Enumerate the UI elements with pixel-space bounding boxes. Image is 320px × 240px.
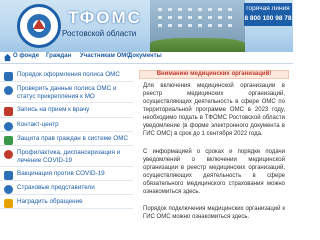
sidebar-item-label: Проверить данные полиса ОМС и статус при… <box>17 85 117 100</box>
paragraph-deadlines: С информацией о сроках и порядке подачи … <box>143 149 285 195</box>
hotline-box[interactable]: горячая линия 8 800 100 98 78 <box>244 3 292 26</box>
sidebar-item-label: Страховые представители <box>17 184 95 191</box>
phone-icon <box>4 122 13 131</box>
document-icon <box>4 72 13 81</box>
site-header: ТФОМС Ростовской области горячая линия 8… <box>0 0 293 52</box>
sidebar-item-policy-order[interactable]: Порядок оформления полиса ОМС <box>0 69 133 82</box>
header-trees <box>150 38 245 52</box>
sidebar-item-covid-prevention[interactable]: Профилактика, диспансеризация и лечение … <box>0 147 133 167</box>
nav-item-participants[interactable]: Участникам ОМС <box>80 53 131 59</box>
syringe-icon <box>4 171 13 180</box>
heart-icon <box>4 150 13 159</box>
top-nav: О фонде Граждан Участникам ОМС Документы <box>0 52 293 64</box>
sidebar-item-insurance-reps[interactable]: Страховые представители <box>0 182 133 195</box>
sidebar-item-label: Запись на прием к врачу <box>17 106 90 113</box>
sidebar-item-doctor-appointment[interactable]: Запись на прием к врачу <box>0 104 133 118</box>
sidebar-item-label: Наградить обращение <box>17 198 83 205</box>
nav-item-citizens[interactable]: Граждан <box>46 53 71 59</box>
sidebar-item-contact-center[interactable]: Контакт-центр <box>0 119 133 132</box>
shield-icon <box>4 136 13 145</box>
hotline-phone[interactable]: 8 800 100 98 78 <box>244 14 292 24</box>
site-title[interactable]: ТФОМС <box>68 8 142 28</box>
sidebar-item-label: Порядок оформления полиса ОМС <box>17 71 120 78</box>
sidebar-item-appeal[interactable]: Наградить обращение <box>0 196 133 209</box>
tfoms-logo[interactable] <box>17 4 61 48</box>
sidebar-item-label: Защита прав граждан в системе ОМС <box>17 135 128 142</box>
alert-banner: Вниманию медицинских организаций! <box>139 70 289 79</box>
sidebar-item-label: Вакцинация против COVID-19 <box>17 170 105 177</box>
calendar-icon <box>4 107 13 116</box>
nav-item-about[interactable]: О фонде <box>13 53 39 59</box>
paragraph-gis-connection: Порядок подключения медицинских организа… <box>143 206 285 220</box>
sidebar-item-check-policy[interactable]: Проверить данные полиса ОМС и статус при… <box>0 83 133 103</box>
home-icon[interactable] <box>3 53 12 62</box>
main-content: Вниманию медицинских организаций! Для вк… <box>139 67 289 220</box>
hotline-label: горячая линия <box>246 5 290 12</box>
site-subtitle: Ростовской области <box>62 29 137 38</box>
sidebar-item-covid-vaccination[interactable]: Вакцинация против COVID-19 <box>0 168 133 181</box>
people-icon <box>4 185 13 194</box>
sidebar-item-label: Профилактика, диспансеризация и лечение … <box>17 149 121 164</box>
search-icon <box>4 86 13 95</box>
sidebar-item-rights-protection[interactable]: Защита прав граждан в системе ОМС <box>0 133 133 146</box>
nav-item-documents[interactable]: Документы <box>128 53 162 59</box>
sidebar-item-label: Контакт-центр <box>17 121 59 128</box>
sidebar-menu: Порядок оформления полиса ОМС Проверить … <box>0 67 133 220</box>
paragraph-registry: Для включения медицинской организации в … <box>143 83 285 137</box>
star-icon <box>4 199 13 208</box>
